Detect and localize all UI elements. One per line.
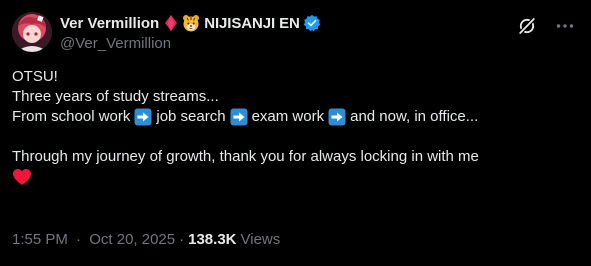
post-date: Oct 20, 2025: [89, 230, 176, 248]
tiger-face-icon: [182, 14, 200, 32]
right-arrow-emoji-icon: [328, 108, 346, 126]
post-line-1: OTSU!: [12, 68, 58, 85]
post-text-segment: job search: [156, 108, 226, 125]
more-icon[interactable]: [555, 16, 575, 36]
meta-separator: ·: [76, 230, 82, 248]
right-arrow-emoji-icon: [230, 108, 248, 126]
post-line-2: Three years of study streams...: [12, 88, 219, 105]
post-line-5: [12, 167, 578, 187]
meta-separator: ·: [179, 230, 185, 248]
org-name[interactable]: NIJISANJI EN: [204, 15, 300, 32]
post-meta: 1:55 PM · Oct 20, 2025 · 138.3K Views: [12, 229, 280, 249]
post-header: Ver Vermillion NIJISANJI EN @Ver_Vermill…: [12, 12, 579, 56]
post-actions: [517, 16, 575, 36]
author-names: Ver Vermillion NIJISANJI EN @Ver_Vermill…: [60, 13, 321, 53]
post-text-segment: exam work: [251, 108, 325, 125]
post-time: 1:55 PM: [12, 230, 68, 248]
post-timestamp[interactable]: 1:55 PM · Oct 20, 2025: [12, 231, 175, 248]
post-card: Ver Vermillion NIJISANJI EN @Ver_Vermill…: [0, 0, 591, 266]
name-row: Ver Vermillion NIJISANJI EN: [60, 13, 321, 33]
views-count[interactable]: 138.3K: [188, 231, 236, 248]
post-line-4: Through my journey of growth, thank you …: [12, 148, 479, 165]
post-line-3: From school work job search exam work an…: [12, 107, 578, 127]
verified-badge-icon[interactable]: [303, 14, 321, 32]
author-handle[interactable]: @Ver_Vermillion: [60, 34, 321, 54]
post-text-segment: From school work: [12, 108, 131, 125]
right-arrow-emoji-icon: [134, 108, 152, 126]
post-text-segment: and now, in office...: [350, 108, 479, 125]
avatar[interactable]: [12, 12, 52, 52]
views-label: Views: [240, 230, 281, 248]
grok-icon[interactable]: [517, 16, 537, 36]
red-heart-icon: [12, 168, 32, 186]
post-text: OTSU! Three years of study streams... Fr…: [12, 67, 578, 187]
red-diamond-icon: [164, 14, 178, 32]
display-name[interactable]: Ver Vermillion: [60, 15, 159, 32]
